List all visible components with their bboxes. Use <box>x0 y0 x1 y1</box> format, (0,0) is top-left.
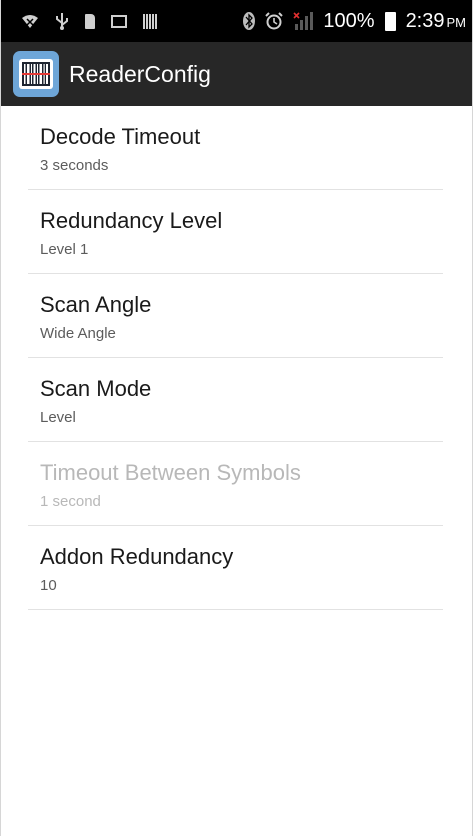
pref-title: Scan Mode <box>40 376 152 401</box>
pref-addon-redundancy[interactable]: Addon Redundancy 10 <box>28 526 443 610</box>
pref-summary: Wide Angle <box>40 325 116 342</box>
pref-title: Addon Redundancy <box>40 544 234 569</box>
pref-summary: 3 seconds <box>40 157 109 174</box>
app-screen: 100% 2:39 PM ReaderConfig Decode Timeout… <box>0 0 473 836</box>
clock: 2:39 PM <box>406 10 466 33</box>
pref-summary: 1 second <box>40 493 101 510</box>
signal-icon <box>293 12 314 30</box>
status-bar: 100% 2:39 PM <box>1 0 472 42</box>
pref-title: Scan Angle <box>40 292 152 317</box>
clock-time: 2:39 <box>405 9 445 32</box>
pref-timeout-between-symbols: Timeout Between Symbols 1 second <box>28 442 443 526</box>
pref-summary: Level <box>40 409 76 426</box>
image-icon <box>111 14 127 28</box>
wifi-icon <box>21 13 39 29</box>
barcode-icon <box>143 13 157 29</box>
clock-ampm: PM <box>446 14 467 30</box>
alarm-icon <box>265 12 284 30</box>
pref-scan-mode[interactable]: Scan Mode Level <box>28 358 443 442</box>
preference-list: Decode Timeout 3 seconds Redundancy Leve… <box>28 106 443 610</box>
pref-title: Redundancy Level <box>40 208 223 233</box>
sd-card-icon <box>85 13 95 29</box>
app-logo-icon[interactable] <box>13 51 59 97</box>
pref-redundancy-level[interactable]: Redundancy Level Level 1 <box>28 190 443 274</box>
app-title: ReaderConfig <box>69 60 211 87</box>
pref-decode-timeout[interactable]: Decode Timeout 3 seconds <box>28 106 443 190</box>
pref-summary: 10 <box>40 577 57 594</box>
notification-icons <box>21 0 157 42</box>
battery-icon <box>384 11 396 31</box>
action-bar: ReaderConfig <box>1 42 472 106</box>
battery-percent: 100% <box>323 9 375 32</box>
pref-scan-angle[interactable]: Scan Angle Wide Angle <box>28 274 443 358</box>
pref-title: Timeout Between Symbols <box>40 460 301 485</box>
usb-icon <box>55 12 69 30</box>
pref-title: Decode Timeout <box>40 124 201 149</box>
system-icons: 100% 2:39 PM <box>243 0 466 42</box>
bluetooth-icon <box>243 12 256 30</box>
pref-summary: Level 1 <box>40 241 89 258</box>
